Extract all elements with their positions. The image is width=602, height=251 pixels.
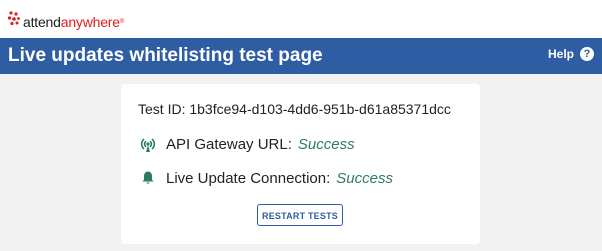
- page-header: Live updates whitelisting test page Help…: [0, 38, 602, 74]
- api-gateway-row: API Gateway URL: Success: [138, 134, 355, 154]
- test-id-value: 1b3fce94-d103-4dd6-951b-d61a85371dcc: [189, 101, 451, 117]
- help-label: Help: [547, 47, 574, 61]
- logo-mark-icon: [7, 11, 20, 26]
- logo: attendanywhere®: [7, 8, 124, 30]
- logo-text-anywhere: anywhere: [60, 14, 120, 30]
- test-card: Test ID: 1b3fce94-d103-4dd6-951b-d61a853…: [121, 84, 480, 244]
- restart-tests-button[interactable]: RESTART TESTS: [257, 204, 343, 226]
- test-id-label: Test ID:: [138, 101, 186, 117]
- live-update-label: Live Update Connection:: [166, 169, 331, 187]
- help-button[interactable]: Help ?: [548, 47, 594, 61]
- api-gateway-status: Success: [297, 135, 355, 153]
- live-update-status: Success: [336, 169, 393, 187]
- api-gateway-label: API Gateway URL:: [166, 135, 292, 153]
- logo-wordmark: attendanywhere®: [23, 15, 124, 29]
- help-icon: ?: [580, 47, 594, 61]
- logo-text-attend: attend: [23, 14, 61, 30]
- antenna-icon: [138, 134, 158, 154]
- page-title: Live updates whitelisting test page: [8, 45, 323, 66]
- live-update-row: Live Update Connection: Success: [138, 168, 393, 188]
- bell-icon: [138, 168, 158, 188]
- logo-registered-mark: ®: [119, 19, 125, 25]
- top-bar: attendanywhere®: [0, 0, 602, 38]
- test-id: Test ID: 1b3fce94-d103-4dd6-951b-d61a853…: [138, 101, 451, 117]
